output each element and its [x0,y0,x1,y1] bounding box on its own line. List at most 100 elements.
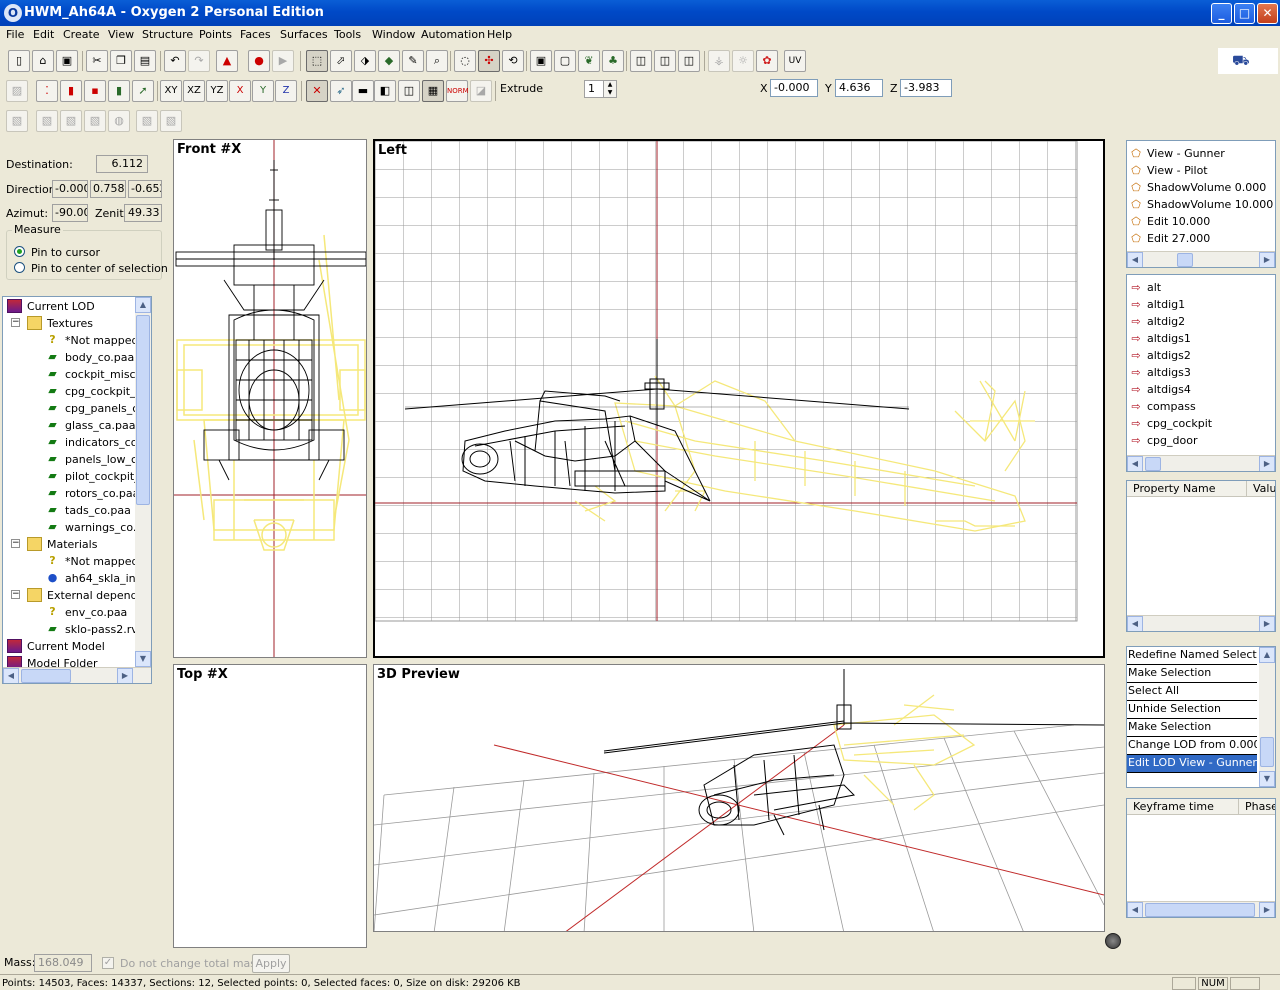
shade-icon[interactable]: ◧ [374,80,396,102]
history-item[interactable]: Redefine Named Selection [1127,647,1257,665]
cut-scissors-icon[interactable]: ✂ [86,50,108,72]
select-ellipse-icon[interactable]: ◌ [454,50,476,72]
tree-row[interactable]: ? *Not mapped* [3,553,144,570]
menu-faces[interactable]: Faces [240,28,271,41]
box-view-icon[interactable]: ◫ [398,80,420,102]
menu-file[interactable]: File [6,28,24,41]
scroll-down-arrow-icon[interactable]: ▼ [1259,771,1275,787]
tree-row[interactable]: ▰ cockpit_misc_c [3,366,147,383]
record-macro-icon[interactable]: ▲ [216,50,238,72]
keep-total-mass-checkbox[interactable]: ✓ [102,957,114,969]
selection-item[interactable]: ⇨ compass [1127,398,1273,415]
tree-row[interactable]: ▰ tads_co.paa [3,502,135,519]
tree-expander-icon[interactable]: − [11,318,20,327]
scroll-thumb[interactable] [21,669,71,683]
plane-xy-button[interactable]: XY [160,80,182,102]
menu-structure[interactable]: Structure [142,28,193,41]
color-wheel-icon[interactable]: ✿ [756,50,778,72]
selection-item[interactable]: ⇨ altdig1 [1127,296,1273,313]
lod-item[interactable]: ⬠ Edit 27.000 [1127,230,1273,247]
tree-row[interactable]: ▰ panels_low_co [3,451,144,468]
mass-input[interactable]: 168.049 [34,954,92,972]
object-front-icon[interactable]: ▣ [530,50,552,72]
scroll-thumb[interactable] [1145,457,1161,471]
select-faces-icon[interactable]: ⬗ [354,50,376,72]
solid-fill-icon[interactable]: ▬ [352,80,374,102]
tree-row[interactable]: ▰ body_co.paa [3,349,135,366]
object-box-icon[interactable]: ▢ [554,50,576,72]
anim-merge-icon[interactable]: ▧ [160,110,182,132]
preview-viewport[interactable]: 3D Preview [373,664,1105,932]
red-points-icon[interactable]: ⁚ [36,80,58,102]
properties-table[interactable]: Property Name Valu ◀ ▶ [1126,480,1276,632]
lod-item[interactable]: ⬠ ShadowVolume 10.000 [1127,196,1273,213]
tree-row[interactable]: ▰ glass_ca.paa [3,417,135,434]
record-icon[interactable]: ● [248,50,270,72]
lod-list[interactable]: ⬠ View - Gunner ⬠ View - Pilot ⬠ ShadowVolume… [1126,140,1276,268]
menu-window[interactable]: Window [372,28,415,41]
menu-automation[interactable]: Automation [421,28,485,41]
scroll-right-arrow-icon[interactable]: ▶ [1259,456,1275,471]
anim-next-icon[interactable]: ▧ [84,110,106,132]
copy-icon[interactable]: ❐ [110,50,132,72]
history-list[interactable]: ▲ ▼ Redefine Named SelectionMake Selecti… [1126,646,1276,788]
menu-help[interactable]: Help [487,28,512,41]
front-viewport[interactable]: Front #X [173,139,367,658]
tree-row[interactable]: − Materials [3,536,135,553]
top-viewport[interactable]: Top #X [173,664,367,948]
selection-item[interactable]: ⇨ altdigs4 [1127,381,1273,398]
named-selection-list[interactable]: ⇨ alt ⇨ altdig1 ⇨ altdig2 ⇨ altdigs1 ⇨ altdigs2 ⇨ a… [1126,274,1276,472]
property-name-header[interactable]: Property Name [1127,481,1247,497]
redo-icon[interactable]: ↷ [188,50,210,72]
apply-mass-button[interactable]: Apply [252,954,290,973]
left-viewport[interactable]: Left [373,139,1105,658]
play-icon[interactable]: ▶ [272,50,294,72]
tree-row[interactable]: Current Model [3,638,135,655]
minimize-button[interactable]: _ [1211,3,1232,24]
select-rectangle-icon[interactable]: ⬚ [306,50,328,72]
lod-item[interactable]: ⬠ View - Pilot [1127,162,1273,179]
layer-icon[interactable]: ▨ [6,80,28,102]
save-disk-icon[interactable]: ▣ [56,50,78,72]
pin-to-cursor-label[interactable]: Pin to cursor [31,246,100,259]
open-folder-icon[interactable]: ⌂ [32,50,54,72]
lock-x-button[interactable]: X [229,80,251,102]
no-snap-icon[interactable]: ✕ [306,80,328,102]
maximize-button[interactable]: □ [1234,3,1255,24]
scroll-thumb[interactable] [136,315,150,505]
history-item[interactable]: Select All [1127,683,1257,701]
tree-expander-icon[interactable]: − [11,539,20,548]
anim-globe-icon[interactable]: ◍ [108,110,130,132]
uv-editor-button[interactable]: UV [784,50,806,72]
texture-view-icon[interactable]: ◪ [470,80,492,102]
select-lasso-icon[interactable]: ⬀ [330,50,352,72]
anim-copy-icon[interactable]: ▧ [136,110,158,132]
cube-1-icon[interactable]: ◫ [630,50,652,72]
lock-y-button[interactable]: Y [252,80,274,102]
grid-icon[interactable]: ▦ [422,80,444,102]
pin-to-center-label[interactable]: Pin to center of selection [31,262,168,275]
paste-icon[interactable]: ▤ [134,50,156,72]
list-hscroll[interactable]: ◀ ▶ [1127,455,1275,471]
pin-to-center-radio[interactable] [14,262,25,273]
tree-hscroll[interactable]: ◀ ▶ [3,667,151,683]
selection-item[interactable]: ⇨ altdigs3 [1127,364,1273,381]
tree-row[interactable]: ▰ sklo-pass2.rvm [3,621,148,638]
object-tree-icon[interactable]: ♣ [602,50,624,72]
anim-add-icon[interactable]: ▧ [36,110,58,132]
object-leaf-icon[interactable]: ❦ [578,50,600,72]
properties-hscroll[interactable]: ◀ ▶ [1127,615,1275,631]
paint-texture-icon[interactable]: ◆ [378,50,400,72]
list-hscroll[interactable]: ◀ ▶ [1127,251,1275,267]
menu-edit[interactable]: Edit [33,28,54,41]
cube-3-icon[interactable]: ◫ [678,50,700,72]
rotate-gizmo-icon[interactable]: ⟲ [502,50,524,72]
coord-y-input[interactable]: 4.636 [835,79,883,97]
lod-item[interactable]: ⬠ View - Gunner [1127,145,1273,162]
tree-row[interactable]: ▰ indicators_co.p [3,434,147,451]
sun-icon[interactable]: ☼ [732,50,754,72]
history-vscroll[interactable]: ▲ ▼ [1259,647,1275,787]
scroll-down-arrow-icon[interactable]: ▼ [135,651,151,667]
menu-surfaces[interactable]: Surfaces [280,28,328,41]
tree-row[interactable]: ? *Not mapped* [3,332,144,349]
